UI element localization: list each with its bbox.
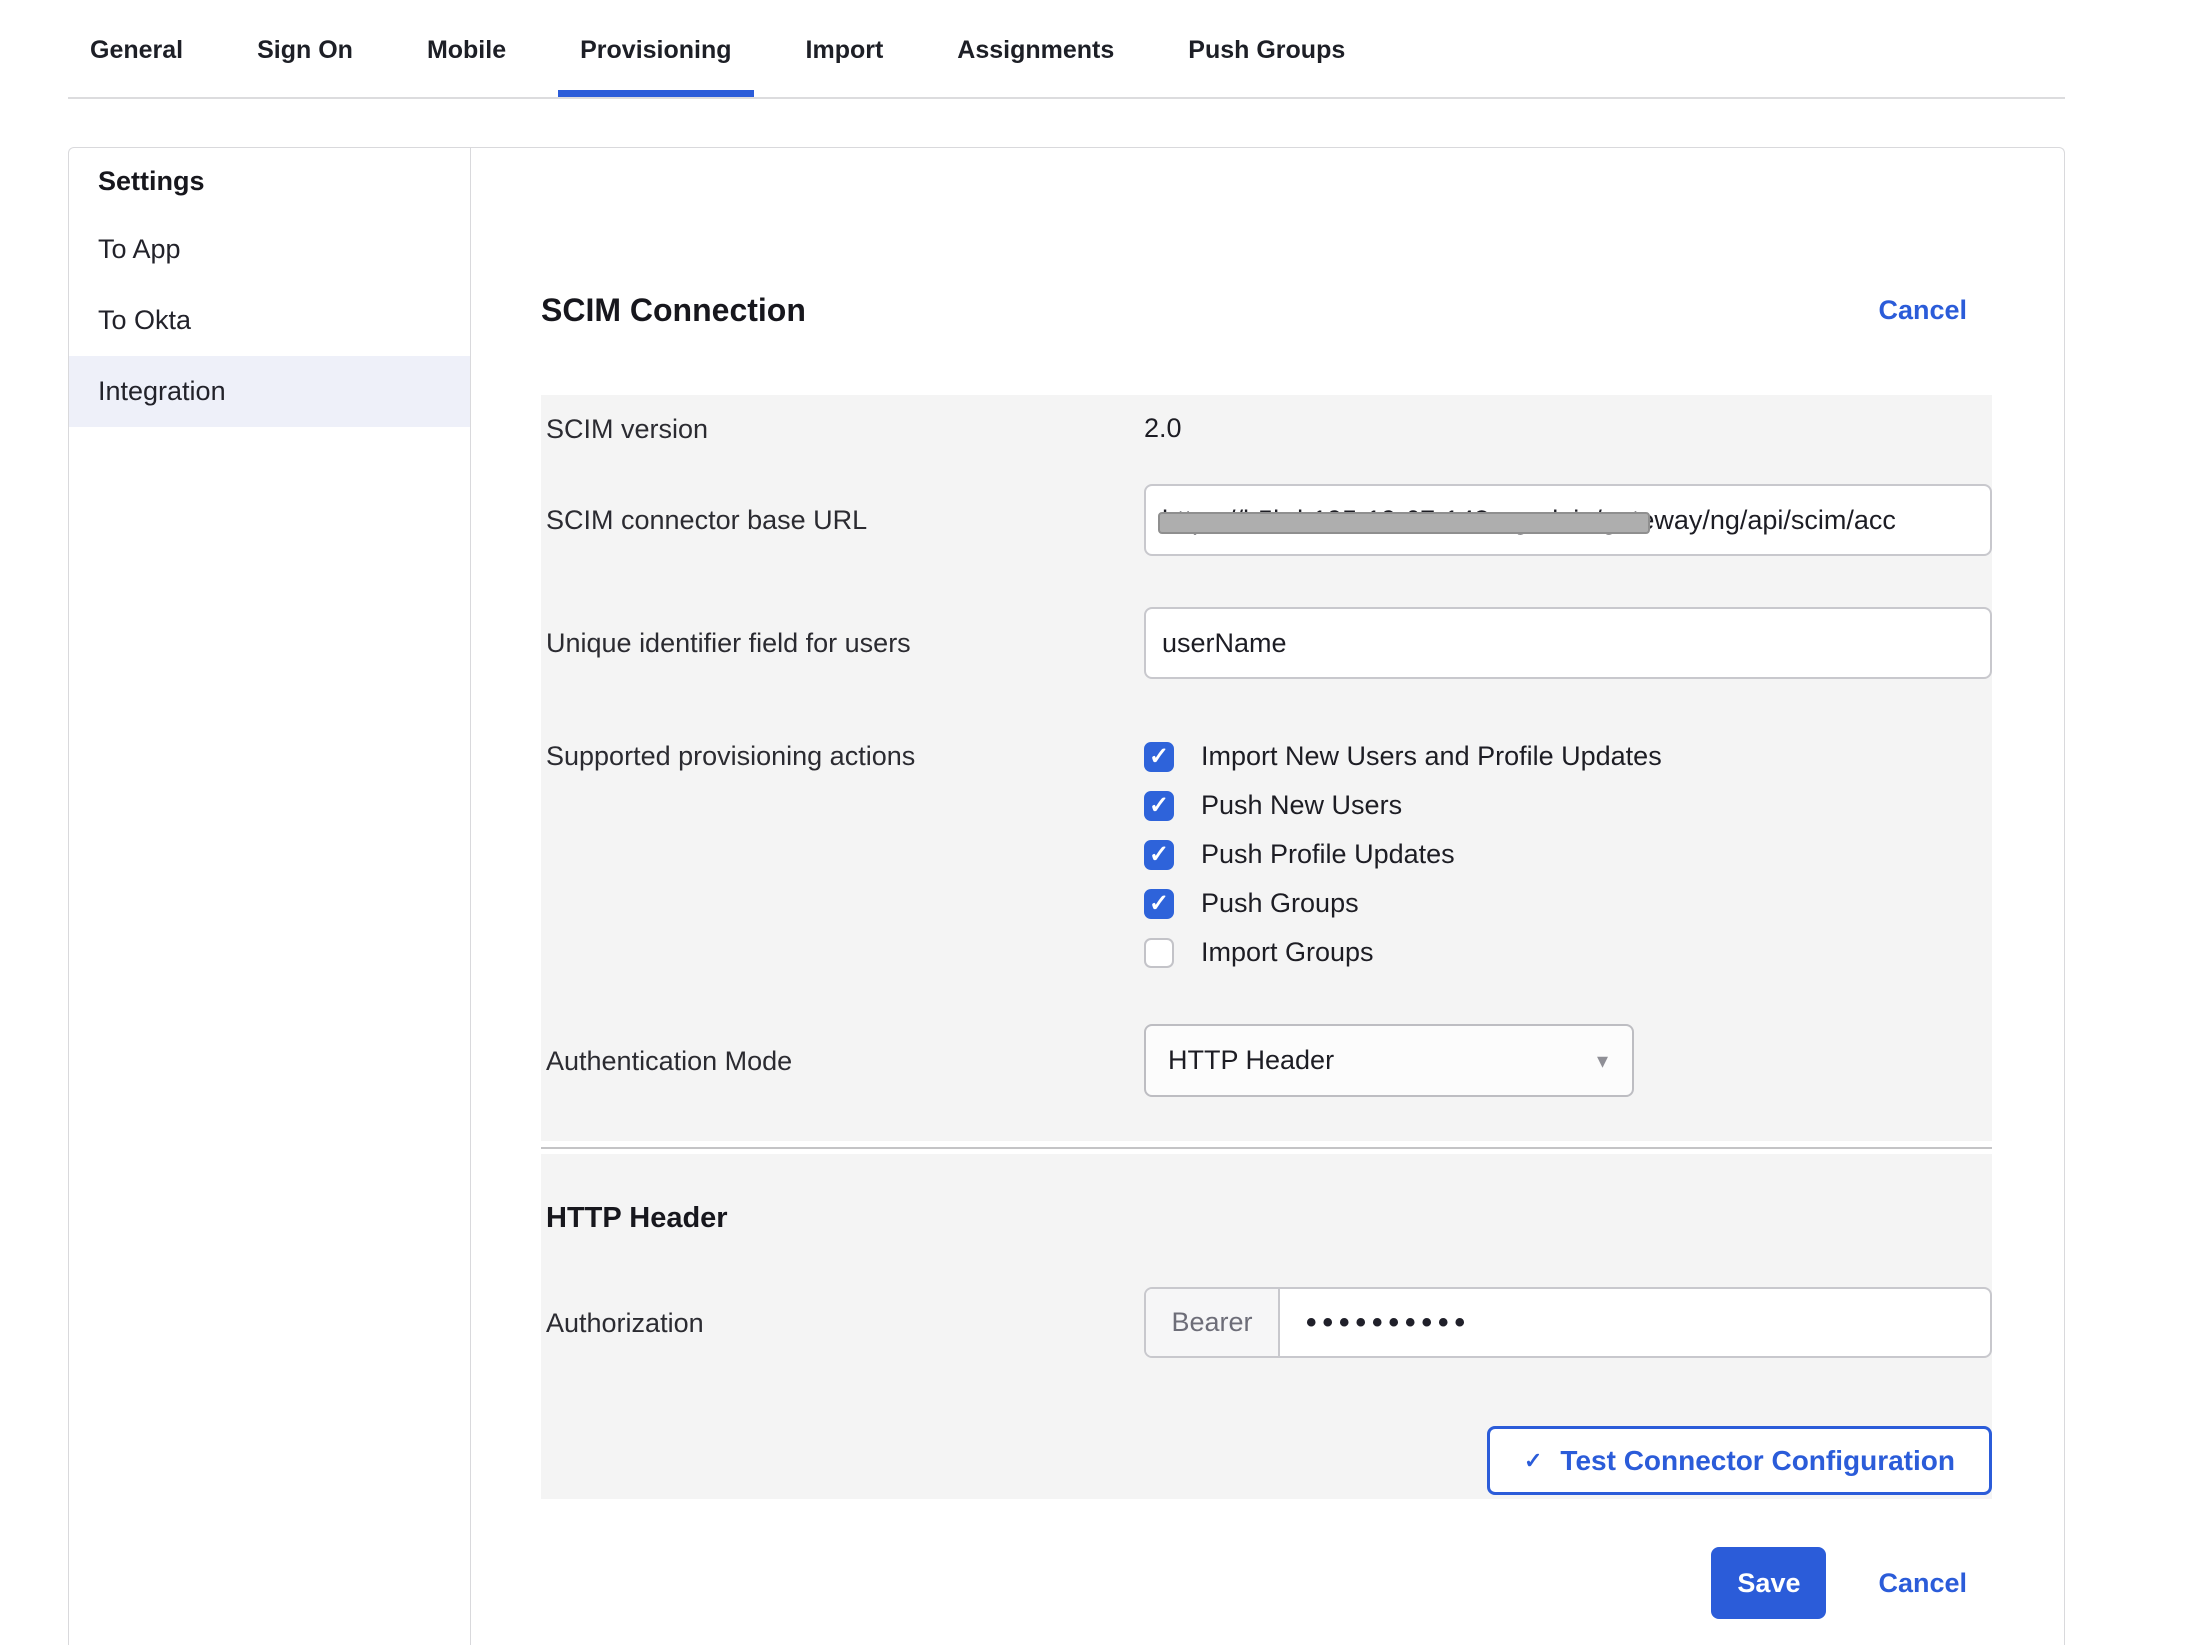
checkbox-push-new-users[interactable]: ✓	[1144, 791, 1174, 821]
checkbox-row-push-profile-updates[interactable]: ✓ Push Profile Updates	[1144, 839, 1662, 870]
page-title: SCIM Connection	[541, 288, 806, 332]
scim-version-value: 2.0	[1144, 413, 1182, 444]
cancel-link-top[interactable]: Cancel	[1878, 295, 1967, 326]
unique-id-input[interactable]: userName	[1144, 607, 1992, 679]
chevron-down-icon: ▾	[1597, 1048, 1608, 1074]
checkbox-label: Push New Users	[1201, 790, 1402, 821]
authorization-field: Bearer ••••••••••	[1144, 1287, 1992, 1358]
checkbox-import-users[interactable]: ✓	[1144, 742, 1174, 772]
sidebar-item-to-app[interactable]: To App	[69, 214, 470, 285]
auth-mode-row: Authentication Mode HTTP Header ▾	[541, 1024, 1992, 1097]
sidebar-header: Settings	[69, 148, 470, 214]
tab-general[interactable]: General	[68, 0, 205, 97]
section-divider	[541, 1147, 1992, 1149]
checkbox-label: Import Groups	[1201, 937, 1374, 968]
unique-id-value: userName	[1162, 628, 1287, 659]
authorization-row: Authorization Bearer ••••••••••	[541, 1287, 1992, 1358]
unique-id-label: Unique identifier field for users	[541, 628, 1144, 658]
auth-mode-label: Authentication Mode	[541, 1046, 1144, 1076]
checkbox-label: Push Profile Updates	[1201, 839, 1455, 870]
cancel-link-bottom[interactable]: Cancel	[1878, 1568, 1967, 1599]
main-content: SCIM Connection Cancel SCIM version 2.0 …	[471, 148, 2064, 1645]
checkbox-row-push-groups[interactable]: ✓ Push Groups	[1144, 888, 1662, 919]
tab-mobile[interactable]: Mobile	[405, 0, 528, 97]
tab-bar: General Sign On Mobile Provisioning Impo…	[68, 0, 2065, 99]
scim-version-label: SCIM version	[541, 414, 1144, 444]
checkbox-row-import-users[interactable]: ✓ Import New Users and Profile Updates	[1144, 741, 1662, 772]
http-header-title: HTTP Header	[541, 1201, 1992, 1235]
tab-assignments[interactable]: Assignments	[935, 0, 1136, 97]
checkbox-push-profile-updates[interactable]: ✓	[1144, 840, 1174, 870]
provisioning-actions-label: Supported provisioning actions	[541, 741, 1144, 771]
scim-version-row: SCIM version 2.0	[541, 395, 1992, 444]
sidebar-item-integration[interactable]: Integration	[69, 356, 470, 427]
content-header: SCIM Connection Cancel	[541, 288, 1992, 332]
checkbox-label: Push Groups	[1201, 888, 1359, 919]
test-connector-row: ✓ Test Connector Configuration	[541, 1426, 1992, 1495]
checkmark-icon: ✓	[1524, 1448, 1542, 1474]
authorization-token-input[interactable]: ••••••••••	[1280, 1289, 1990, 1356]
checkmark-icon: ✓	[1149, 892, 1169, 916]
form-footer: Save Cancel	[541, 1547, 1992, 1619]
save-button[interactable]: Save	[1711, 1547, 1826, 1619]
tab-push-groups[interactable]: Push Groups	[1166, 0, 1367, 97]
checkmark-icon: ✓	[1149, 794, 1169, 818]
tab-sign-on[interactable]: Sign On	[235, 0, 375, 97]
http-header-section: HTTP Header Authorization Bearer •••••••…	[541, 1154, 1992, 1499]
test-connector-button[interactable]: ✓ Test Connector Configuration	[1487, 1426, 1992, 1495]
sidebar-item-to-okta[interactable]: To Okta	[69, 285, 470, 356]
checkbox-push-groups[interactable]: ✓	[1144, 889, 1174, 919]
checkbox-row-import-groups[interactable]: ✓ Import Groups	[1144, 937, 1662, 968]
authorization-label: Authorization	[541, 1308, 1144, 1338]
unique-id-row: Unique identifier field for users userNa…	[541, 607, 1992, 679]
checkmark-icon: ✓	[1149, 843, 1169, 867]
scim-connection-section: SCIM version 2.0 SCIM connector base URL…	[541, 395, 1992, 1141]
base-url-label: SCIM connector base URL	[541, 505, 1144, 535]
provisioning-actions-list: ✓ Import New Users and Profile Updates ✓…	[1144, 741, 1662, 968]
checkbox-import-groups[interactable]: ✓	[1144, 938, 1174, 968]
tab-provisioning[interactable]: Provisioning	[558, 0, 753, 97]
checkbox-row-push-new-users[interactable]: ✓ Push New Users	[1144, 790, 1662, 821]
checkmark-icon: ✓	[1149, 745, 1169, 769]
base-url-input[interactable]: https://h5hd-195-19-67-148-ngrok.io/gate…	[1144, 484, 1992, 556]
bearer-prefix: Bearer	[1146, 1289, 1280, 1356]
app-root: General Sign On Mobile Provisioning Impo…	[0, 0, 2201, 1645]
settings-sidebar: Settings To App To Okta Integration	[69, 148, 471, 1645]
content-panel: Settings To App To Okta Integration SCIM…	[68, 147, 2065, 1645]
checkbox-label: Import New Users and Profile Updates	[1201, 741, 1662, 772]
redaction-bar	[1158, 512, 1650, 534]
provisioning-actions-row: Supported provisioning actions ✓ Import …	[541, 741, 1992, 968]
test-connector-label: Test Connector Configuration	[1560, 1445, 1955, 1477]
tab-import[interactable]: Import	[784, 0, 906, 97]
base-url-row: SCIM connector base URL https://h5hd-195…	[541, 484, 1992, 556]
auth-mode-value: HTTP Header	[1168, 1045, 1334, 1076]
auth-mode-select[interactable]: HTTP Header ▾	[1144, 1024, 1634, 1097]
